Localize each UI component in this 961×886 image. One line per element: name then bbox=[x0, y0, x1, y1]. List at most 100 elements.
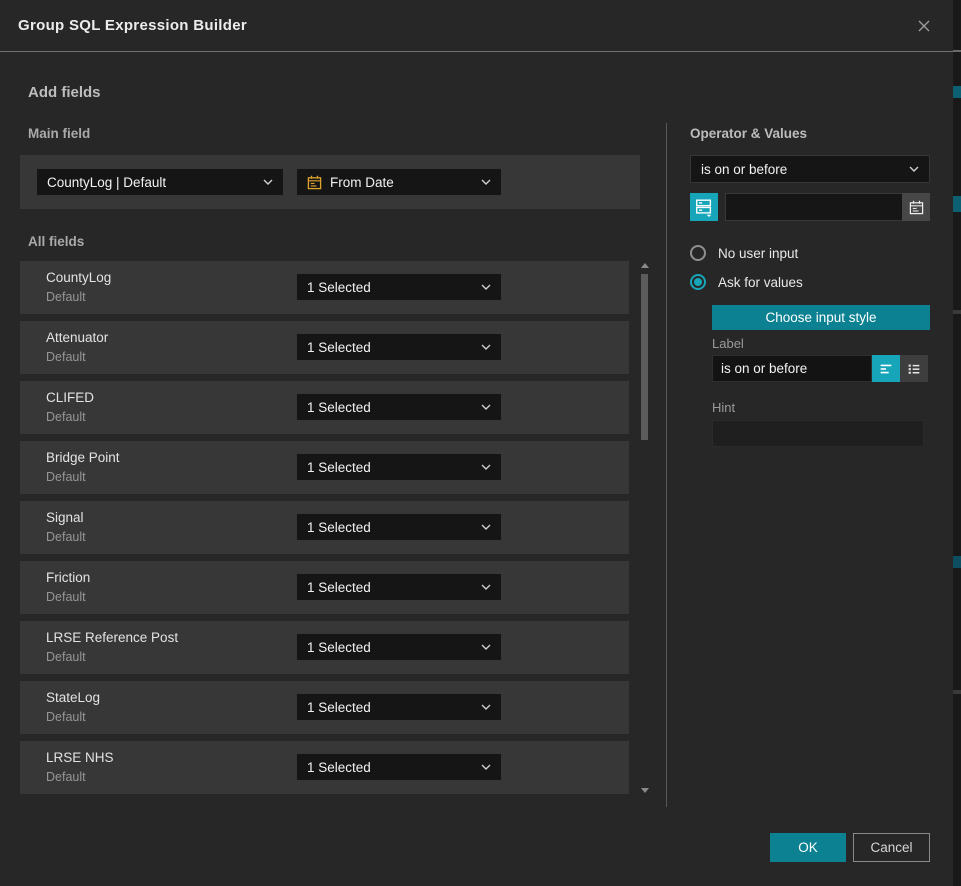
field-subtitle: Default bbox=[46, 710, 86, 724]
chevron-down-icon bbox=[481, 584, 491, 590]
chevron-down-icon bbox=[481, 644, 491, 650]
field-selection-dropdown[interactable]: 1 Selected bbox=[296, 633, 502, 661]
field-selection-value: 1 Selected bbox=[307, 760, 371, 775]
chevron-down-icon bbox=[481, 524, 491, 530]
field-name: LRSE NHS bbox=[46, 750, 114, 765]
field-selection-dropdown[interactable]: 1 Selected bbox=[296, 273, 502, 301]
chevron-down-icon bbox=[263, 179, 273, 185]
underlying-app-sliver bbox=[953, 0, 961, 886]
radio-no-user-input-label: No user input bbox=[718, 246, 798, 261]
cancel-button[interactable]: Cancel bbox=[853, 833, 930, 862]
field-selection-dropdown[interactable]: 1 Selected bbox=[296, 513, 502, 541]
field-row: StateLog Default 1 Selected bbox=[20, 681, 629, 734]
single-line-style-button[interactable] bbox=[872, 355, 900, 382]
list-style-button[interactable] bbox=[900, 355, 928, 382]
chevron-down-icon bbox=[481, 704, 491, 710]
dialog-title: Group SQL Expression Builder bbox=[18, 17, 247, 34]
main-field-dropdown-value: From Date bbox=[330, 175, 394, 190]
chevron-down-icon bbox=[481, 464, 491, 470]
main-field-panel: CountyLog | Default From Date bbox=[20, 155, 640, 209]
dialog-header: Group SQL Expression Builder bbox=[0, 0, 953, 52]
choose-input-style-button[interactable]: Choose input style bbox=[712, 305, 930, 330]
scrollbar-thumb[interactable] bbox=[641, 274, 648, 440]
field-subtitle: Default bbox=[46, 770, 86, 784]
scroll-up-arrow-icon[interactable] bbox=[641, 263, 649, 268]
calendar-icon bbox=[307, 175, 322, 190]
chevron-down-icon bbox=[481, 764, 491, 770]
close-icon bbox=[916, 18, 932, 34]
all-fields-list: CountyLog Default 1 Selected Attenuator … bbox=[20, 261, 629, 801]
field-selection-value: 1 Selected bbox=[307, 340, 371, 355]
label-field-label: Label bbox=[712, 336, 744, 351]
main-field-heading: Main field bbox=[28, 126, 90, 141]
ok-button[interactable]: OK bbox=[770, 833, 846, 862]
field-selection-value: 1 Selected bbox=[307, 400, 371, 415]
value-type-button[interactable] bbox=[690, 193, 718, 221]
value-input-row bbox=[690, 193, 930, 221]
field-selection-dropdown[interactable]: 1 Selected bbox=[296, 693, 502, 721]
field-subtitle: Default bbox=[46, 410, 86, 424]
field-name: Bridge Point bbox=[46, 450, 120, 465]
calendar-icon bbox=[909, 200, 924, 215]
value-calendar-button[interactable] bbox=[902, 193, 930, 221]
chevron-down-icon bbox=[481, 404, 491, 410]
group-sql-expression-builder-dialog: Group SQL Expression Builder Add fields … bbox=[0, 0, 953, 886]
label-input[interactable] bbox=[712, 355, 872, 382]
operator-dropdown-value: is on or before bbox=[701, 162, 787, 177]
field-row: LRSE NHS Default 1 Selected bbox=[20, 741, 629, 794]
radio-circle-icon bbox=[690, 245, 706, 261]
close-button[interactable] bbox=[913, 15, 935, 37]
field-subtitle: Default bbox=[46, 470, 86, 484]
field-name: LRSE Reference Post bbox=[46, 630, 178, 645]
field-row: Signal Default 1 Selected bbox=[20, 501, 629, 554]
field-row: CLIFED Default 1 Selected bbox=[20, 381, 629, 434]
field-row: Friction Default 1 Selected bbox=[20, 561, 629, 614]
field-name: CLIFED bbox=[46, 390, 94, 405]
panel-divider bbox=[666, 123, 667, 807]
radio-no-user-input[interactable]: No user input bbox=[690, 245, 798, 261]
field-selection-value: 1 Selected bbox=[307, 700, 371, 715]
radio-ask-for-values-label: Ask for values bbox=[718, 275, 803, 290]
field-subtitle: Default bbox=[46, 650, 86, 664]
radio-ask-for-values[interactable]: Ask for values bbox=[690, 274, 803, 290]
chevron-down-icon bbox=[481, 284, 491, 290]
bulleted-list-icon bbox=[906, 361, 922, 377]
scroll-down-arrow-icon[interactable] bbox=[641, 788, 649, 793]
value-input[interactable] bbox=[725, 193, 930, 221]
operator-values-heading: Operator & Values bbox=[690, 126, 807, 141]
field-name: Attenuator bbox=[46, 330, 108, 345]
hint-field-label: Hint bbox=[712, 400, 735, 415]
field-selection-dropdown[interactable]: 1 Selected bbox=[296, 333, 502, 361]
field-subtitle: Default bbox=[46, 590, 86, 604]
field-selection-value: 1 Selected bbox=[307, 460, 371, 475]
all-fields-heading: All fields bbox=[28, 234, 84, 249]
field-row: CountyLog Default 1 Selected bbox=[20, 261, 629, 314]
stacked-values-icon bbox=[694, 197, 714, 217]
field-row: Attenuator Default 1 Selected bbox=[20, 321, 629, 374]
chevron-down-icon bbox=[481, 344, 491, 350]
field-name: CountyLog bbox=[46, 270, 111, 285]
chevron-down-icon bbox=[909, 166, 919, 172]
add-fields-heading: Add fields bbox=[28, 84, 101, 101]
field-name: Friction bbox=[46, 570, 90, 585]
field-selection-dropdown[interactable]: 1 Selected bbox=[296, 393, 502, 421]
fields-list-scrollbar[interactable] bbox=[640, 261, 649, 795]
field-subtitle: Default bbox=[46, 350, 86, 364]
main-field-dropdown[interactable]: From Date bbox=[296, 168, 502, 196]
hint-input[interactable] bbox=[712, 420, 924, 447]
operator-dropdown[interactable]: is on or before bbox=[690, 155, 930, 183]
field-selection-value: 1 Selected bbox=[307, 640, 371, 655]
field-selection-dropdown[interactable]: 1 Selected bbox=[296, 753, 502, 781]
field-selection-dropdown[interactable]: 1 Selected bbox=[296, 453, 502, 481]
field-selection-value: 1 Selected bbox=[307, 580, 371, 595]
field-selection-dropdown[interactable]: 1 Selected bbox=[296, 573, 502, 601]
main-layer-dropdown[interactable]: CountyLog | Default bbox=[36, 168, 284, 196]
chevron-down-icon bbox=[481, 179, 491, 185]
field-selection-value: 1 Selected bbox=[307, 280, 371, 295]
field-row: LRSE Reference Post Default 1 Selected bbox=[20, 621, 629, 674]
field-name: StateLog bbox=[46, 690, 100, 705]
align-left-icon bbox=[878, 361, 894, 377]
field-subtitle: Default bbox=[46, 290, 86, 304]
field-row: Bridge Point Default 1 Selected bbox=[20, 441, 629, 494]
radio-circle-icon bbox=[690, 274, 706, 290]
